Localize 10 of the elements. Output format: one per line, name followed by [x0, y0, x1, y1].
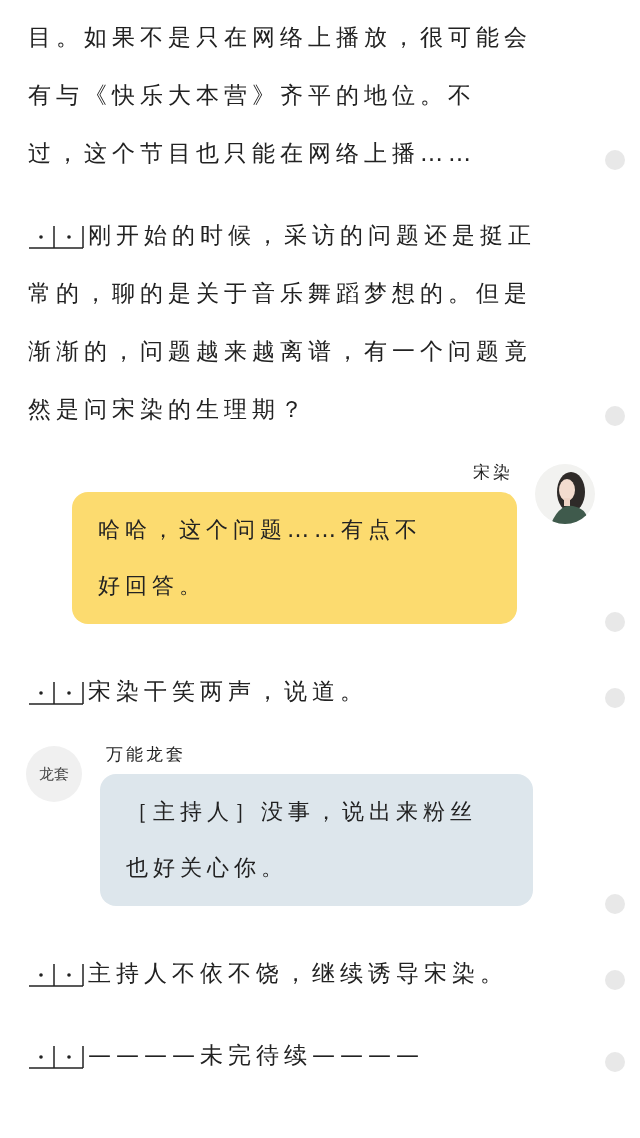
message-text: 哈哈，这个问题……有点不 好回答。	[98, 516, 423, 600]
speaker-name: 万能龙套	[105, 744, 186, 764]
paragraph-text: 刚开始的时候，采访的问题还是挺正 常的，聊的是关于音乐舞蹈梦想的。但是 渐渐的，问题越来越离谱，有一个问题竟 然是问宋染的生理期？	[28, 221, 537, 424]
message-text: ［主持人］没事，说出来粉丝 也好关心你。	[126, 798, 478, 882]
speaker-name: 宋染	[473, 462, 514, 482]
paragraph-text: 宋染干笑两声，说道。	[28, 662, 605, 720]
avatar[interactable]: 龙套	[26, 746, 82, 802]
paragraph-text: 目。如果不是只在网络上播放，很可能会 有与《快乐大本营》齐平的地位。不 过，这个节目也只能在网络上播……	[28, 23, 533, 168]
paragraph-text: 主持人不依不饶，继续诱导宋染。	[28, 944, 605, 1002]
paragraph-text: ————未完待续————	[28, 1026, 605, 1084]
